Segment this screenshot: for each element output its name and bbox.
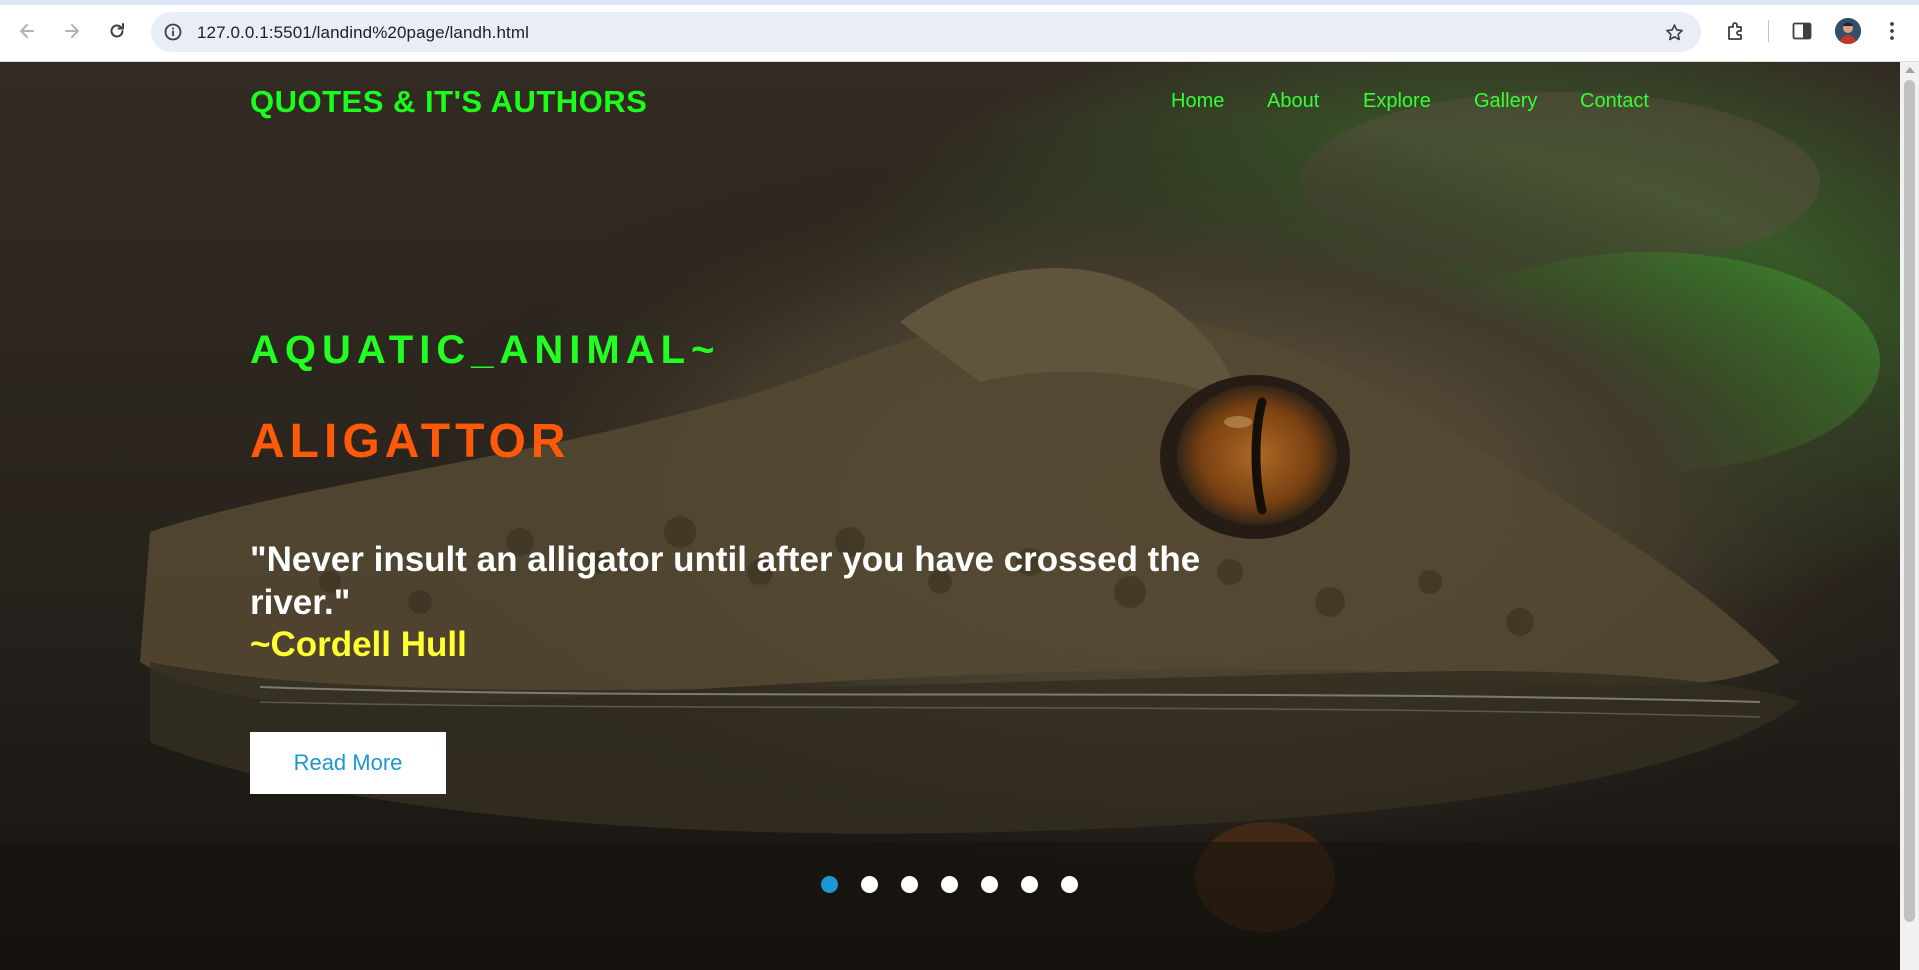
nav-link-about[interactable]: About	[1267, 90, 1319, 113]
toolbar-separator	[1768, 20, 1769, 42]
url-text[interactable]: 127.0.0.1:5501/landind%20page/landh.html	[197, 23, 529, 43]
page-viewport	[0, 62, 1900, 970]
star-icon[interactable]	[1664, 22, 1685, 43]
nav-link-gallery[interactable]: Gallery	[1474, 90, 1537, 113]
slider-dot-4[interactable]	[941, 876, 958, 893]
slider-dot-7[interactable]	[1061, 876, 1078, 893]
forward-button[interactable]	[54, 13, 90, 49]
nav-link-home[interactable]: Home	[1171, 90, 1224, 113]
avatar[interactable]	[1835, 18, 1861, 44]
back-button[interactable]	[9, 13, 45, 49]
profile-icon	[1835, 18, 1861, 44]
arrow-left-icon	[20, 24, 34, 38]
nav-link-contact[interactable]: Contact	[1580, 90, 1649, 113]
puzzle-icon[interactable]	[1724, 19, 1748, 43]
address-bar[interactable]: 127.0.0.1:5501/landind%20page/landh.html	[151, 12, 1701, 52]
reload-button[interactable]	[99, 13, 135, 49]
browser-toolbar: 127.0.0.1:5501/landind%20page/landh.html	[0, 0, 1919, 62]
page-scrollbar[interactable]	[1900, 62, 1919, 970]
hero-background-image	[0, 62, 1900, 970]
hero-subtitle: AQUATIC_ANIMAL~	[250, 328, 721, 372]
slider-dot-3[interactable]	[901, 876, 918, 893]
hero-quote: "Never insult an alligator until after y…	[250, 540, 1201, 622]
hero-title: ALIGATTOR	[250, 415, 571, 468]
slider-dot-1[interactable]	[821, 876, 838, 893]
tab-strip-edge	[0, 0, 1919, 5]
read-more-button[interactable]: Read More	[250, 732, 446, 794]
slider-dot-2[interactable]	[861, 876, 878, 893]
quote-author: ~Cordell Hull	[250, 625, 467, 664]
slider-dot-6[interactable]	[1021, 876, 1038, 893]
scroll-up-arrow-icon[interactable]	[1905, 67, 1915, 73]
reload-icon	[110, 23, 124, 38]
info-icon[interactable]	[163, 22, 183, 42]
slider-dot-5[interactable]	[981, 876, 998, 893]
kebab-menu-icon[interactable]	[1880, 19, 1904, 43]
scrollbar-thumb[interactable]	[1904, 80, 1915, 922]
nav-link-explore[interactable]: Explore	[1363, 90, 1431, 113]
arrow-right-icon	[65, 24, 79, 38]
slider-dots	[821, 876, 1101, 893]
side-panel-icon[interactable]	[1790, 19, 1814, 43]
site-logo[interactable]: QUOTES & IT'S AUTHORS	[250, 84, 647, 120]
